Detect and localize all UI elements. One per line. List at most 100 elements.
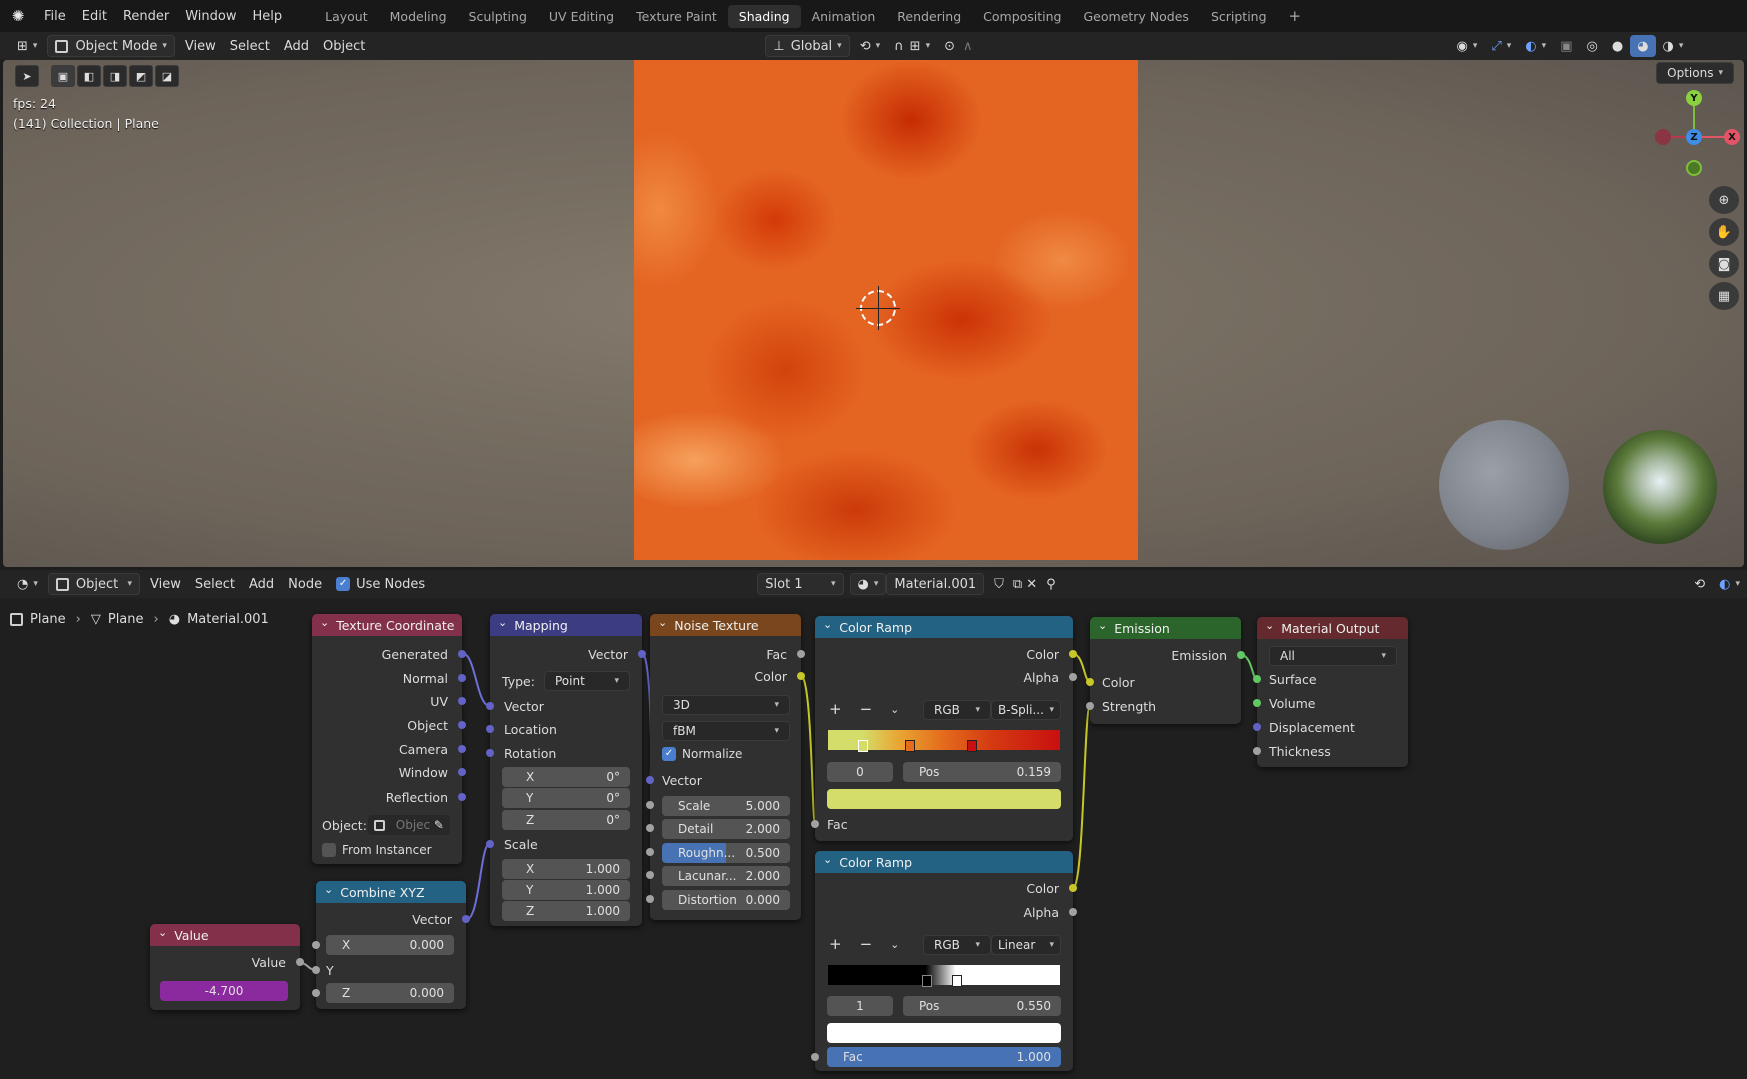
stop-position-field[interactable]: Pos 0.159 — [903, 762, 1061, 782]
pivot-point-button[interactable]: ⟲ ▾ — [853, 35, 887, 57]
value-field[interactable]: -4.700 — [160, 981, 288, 1001]
socket-vector-out[interactable] — [638, 650, 646, 658]
material-name-field[interactable]: Material.001 — [886, 573, 985, 595]
node-overlays-toggle[interactable]: ◐ ▾ — [1712, 573, 1747, 595]
object-picker-field[interactable]: Objec ✎ — [368, 815, 450, 835]
xray-toggle[interactable]: ▣ — [1553, 35, 1579, 57]
unlink-material-button[interactable]: ✕ — [1024, 573, 1039, 595]
socket-volume[interactable] — [1253, 699, 1261, 707]
socket-value-out[interactable] — [296, 958, 304, 966]
proportional-editing-button[interactable]: ⊙ ∧ — [937, 35, 979, 57]
stop-index-field[interactable]: 1 — [827, 996, 893, 1016]
socket-surface[interactable] — [1253, 675, 1261, 683]
node-header[interactable]: Emission — [1090, 617, 1241, 639]
socket-displacement[interactable] — [1253, 723, 1261, 731]
3d-cursor[interactable] — [856, 286, 900, 330]
color-mode-dropdown[interactable]: RGB ▾ — [923, 935, 991, 955]
tab-sculpting[interactable]: Sculpting — [458, 5, 538, 28]
scale-field[interactable]: Scale 5.000 — [662, 796, 790, 816]
shading-wireframe[interactable]: ◎ — [1580, 35, 1605, 57]
node-texture-coordinate[interactable]: Texture Coordinate Generated Normal UV O… — [312, 614, 466, 864]
gizmo-x-axis[interactable]: X — [1724, 129, 1740, 145]
socket-color-in[interactable] — [1086, 678, 1094, 686]
blender-logo-icon[interactable]: ✺ — [0, 7, 36, 25]
remove-stop-button[interactable]: − — [860, 935, 873, 953]
menu-file[interactable]: File — [36, 9, 74, 24]
socket-strength-in[interactable] — [1086, 702, 1094, 710]
socket-uv[interactable] — [458, 697, 466, 705]
socket-color-out[interactable] — [1069, 650, 1077, 658]
noise-type-dropdown[interactable]: fBM ▾ — [662, 721, 790, 741]
shading-solid[interactable]: ● — [1605, 35, 1630, 57]
gizmo-toggle[interactable]: ⤢ ▾ — [1484, 35, 1518, 57]
roughness-slider[interactable]: Roughn... 0.500 — [662, 843, 790, 863]
transform-orientation-dropdown[interactable]: ⊥ Global ▾ — [765, 35, 850, 57]
zoom-button[interactable]: ⊕ — [1709, 186, 1739, 214]
node-material-output[interactable]: Material Output All▾ Surface Volume Disp… — [1253, 617, 1408, 767]
socket-alpha-out[interactable] — [1069, 673, 1077, 681]
node-header[interactable]: Texture Coordinate — [312, 614, 462, 636]
tab-geometry-nodes[interactable]: Geometry Nodes — [1073, 5, 1200, 28]
perspective-toggle-button[interactable]: ▦ — [1709, 282, 1739, 310]
pin-button[interactable]: ⚲ — [1039, 573, 1063, 595]
ramp-menu-button[interactable]: ⌄ — [890, 703, 899, 716]
socket-location[interactable] — [486, 725, 494, 733]
socket-scale[interactable] — [486, 840, 494, 848]
ramp-stop-white[interactable] — [952, 975, 962, 987]
rotation-x-field[interactable]: X 0° — [502, 767, 630, 787]
visibility-button[interactable]: ◉ ▾ — [1450, 35, 1485, 57]
gizmo-z-axis[interactable]: Z — [1686, 129, 1702, 145]
eyedropper-icon[interactable]: ✎ — [434, 818, 444, 832]
socket-vector-in[interactable] — [646, 776, 654, 784]
ramp-stop-black[interactable] — [922, 975, 932, 987]
navigation-gizmo[interactable]: Y X Z — [1643, 90, 1743, 176]
socket-roughness[interactable] — [646, 848, 654, 856]
socket-z[interactable] — [312, 989, 320, 997]
node-noise-texture[interactable]: Noise Texture Fac Color 3D▾ fBM▾ ✓Normal… — [646, 614, 805, 920]
socket-normal[interactable] — [458, 674, 466, 682]
camera-view-button[interactable]: ◙ — [1709, 250, 1739, 278]
menu-select[interactable]: Select — [223, 35, 277, 57]
socket-fac-out[interactable] — [797, 650, 805, 658]
socket-thickness[interactable] — [1253, 747, 1261, 755]
remove-stop-button[interactable]: − — [860, 700, 873, 718]
x-field[interactable]: X 0.000 — [326, 935, 454, 955]
node-header[interactable]: Mapping — [490, 614, 642, 636]
socket-color-out[interactable] — [1069, 884, 1077, 892]
ramp-stop-1[interactable] — [858, 740, 868, 752]
node-emission[interactable]: Emission Emission Color Strength — [1086, 617, 1245, 724]
stop-color-swatch[interactable] — [827, 789, 1061, 809]
fake-user-button[interactable]: ⛉ — [987, 573, 1011, 595]
menu-object[interactable]: Object — [316, 35, 372, 57]
select-new-button[interactable]: ▣ — [51, 65, 75, 87]
tab-shading[interactable]: Shading — [727, 4, 801, 28]
scale-y-field[interactable]: Y 1.000 — [502, 880, 630, 900]
fac-slider[interactable]: Fac 1.000 — [827, 1047, 1061, 1067]
menu-help[interactable]: Help — [245, 9, 291, 24]
socket-lacunarity[interactable] — [646, 871, 654, 879]
socket-color-out[interactable] — [797, 672, 805, 680]
options-dropdown[interactable]: Options ▾ — [1656, 62, 1734, 84]
gizmo-neg-x-axis[interactable] — [1655, 129, 1671, 145]
tab-texture-paint[interactable]: Texture Paint — [625, 5, 728, 28]
socket-detail[interactable] — [646, 824, 654, 832]
select-extend-button[interactable]: ◧ — [77, 65, 101, 87]
add-stop-button[interactable]: + — [829, 700, 842, 718]
node-menu-view[interactable]: View — [143, 573, 188, 595]
node-mapping[interactable]: Mapping Vector Type: Point▾ Vector Locat… — [486, 614, 646, 926]
mapping-type-dropdown[interactable]: Point ▾ — [544, 671, 630, 691]
snapping-button[interactable]: ⟲ — [1687, 573, 1712, 595]
node-header[interactable]: Color Ramp — [815, 851, 1073, 873]
shading-material[interactable]: ◕ — [1630, 35, 1656, 57]
socket-window[interactable] — [458, 768, 466, 776]
socket-y[interactable] — [312, 966, 320, 974]
shading-rendered[interactable]: ◑ ▾ — [1656, 35, 1691, 57]
stop-color-swatch[interactable] — [827, 1023, 1061, 1043]
snap-button[interactable]: ∩ ⊞ ▾ — [887, 35, 937, 57]
gizmo-neg-y-axis[interactable] — [1686, 160, 1702, 176]
select-subtract-button[interactable]: ◨ — [103, 65, 127, 87]
menu-render[interactable]: Render — [115, 9, 177, 24]
select-tool-button[interactable]: ➤ — [15, 65, 39, 87]
socket-emission-out[interactable] — [1237, 651, 1245, 659]
socket-generated[interactable] — [458, 650, 466, 658]
